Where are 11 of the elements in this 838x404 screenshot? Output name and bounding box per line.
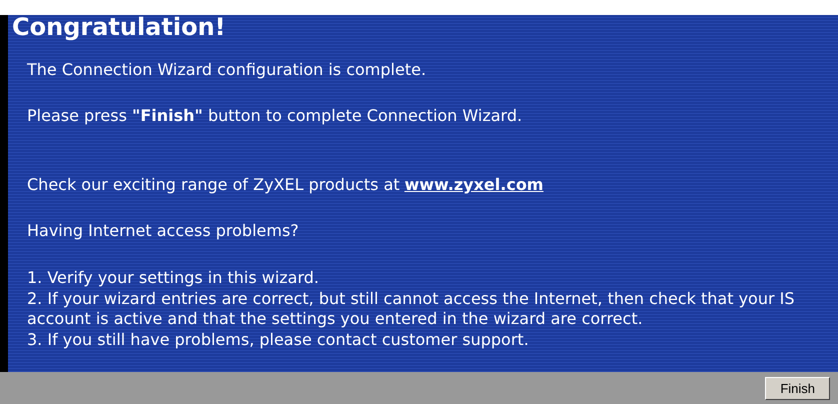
message-text: The Connection Wizard configuration is complete. bbox=[27, 61, 428, 79]
step-text: 3. If you still have problems, please contact customer support. bbox=[27, 330, 530, 350]
message-text: Having Internet access problems? bbox=[27, 222, 300, 240]
finish-button[interactable]: Finish bbox=[765, 376, 830, 400]
page-title: Congratulation! bbox=[11, 15, 227, 39]
step-text: 2. If your wizard entries are correct, but still cannot access the Internet, then check that your IS bbox=[27, 288, 796, 309]
step-text: 1. Verify your settings in this wizard. bbox=[27, 268, 320, 288]
website-link[interactable]: www.zyxel.com bbox=[404, 175, 544, 194]
message-text: Check our exciting range of ZyXEL products at bbox=[27, 175, 400, 194]
step-text: account is active and that the settings you entered in the wizard are correct. bbox=[27, 309, 644, 330]
message-text: Please press "Finish" button to complete Connection Wizard. bbox=[27, 107, 524, 125]
